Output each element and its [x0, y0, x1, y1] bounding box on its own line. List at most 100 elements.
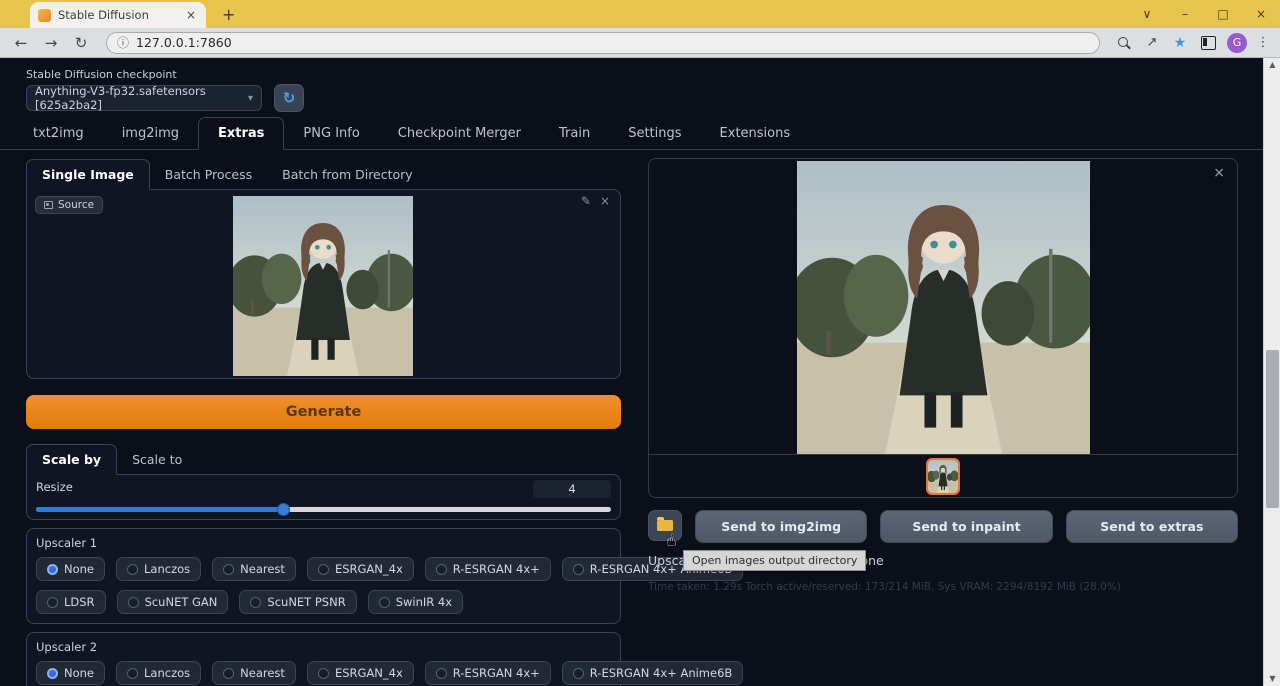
extras-input-column: Single Image Batch Process Batch from Di…: [26, 158, 621, 686]
site-info-icon[interactable]: ⓘ: [117, 34, 129, 51]
tab-scale-by[interactable]: Scale by: [26, 444, 117, 475]
checkpoint-value: Anything-V3-fp32.safetensors [625a2ba2]: [35, 84, 248, 112]
thumbnail-strip: [649, 454, 1237, 497]
radio-icon: [47, 597, 58, 608]
extras-subtabs: Single Image Batch Process Batch from Di…: [26, 158, 621, 189]
image-icon: [44, 201, 53, 209]
resize-label: Resize: [36, 480, 73, 494]
refresh-checkpoint-button[interactable]: ↻: [274, 84, 304, 112]
radio-icon: [573, 564, 584, 575]
radio-icon: [573, 668, 584, 679]
upscaler-option-none[interactable]: None: [36, 661, 105, 685]
source-label-chip: Source: [35, 196, 103, 214]
upscaler-option-label: ESRGAN_4x: [335, 666, 403, 680]
subtab-batch-process[interactable]: Batch Process: [150, 160, 267, 189]
send-to-extras-button[interactable]: Send to extras: [1066, 510, 1238, 543]
checkpoint-dropdown[interactable]: Anything-V3-fp32.safetensors [625a2ba2] …: [26, 85, 262, 111]
send-to-img2img-button[interactable]: Send to img2img: [695, 510, 867, 543]
upscaler-option-lanczos[interactable]: Lanczos: [116, 661, 201, 685]
maximize-button[interactable]: □: [1204, 7, 1242, 21]
generate-button[interactable]: Generate: [26, 395, 621, 429]
refresh-icon: ↻: [283, 89, 296, 107]
gallery-close-icon[interactable]: ×: [1213, 165, 1225, 181]
new-tab-button[interactable]: +: [222, 5, 235, 24]
browser-menu-icon[interactable]: ⋮: [1254, 35, 1272, 50]
edit-image-icon[interactable]: ✎: [581, 194, 591, 208]
radio-icon: [223, 564, 234, 575]
resize-slider[interactable]: [36, 503, 611, 515]
resize-panel: Resize 4: [26, 474, 621, 520]
upscaler-option-r-esrgan-4x-[interactable]: R-ESRGAN 4x+: [425, 557, 551, 581]
upscaler-option-r-esrgan-4x-[interactable]: R-ESRGAN 4x+: [425, 661, 551, 685]
tab-close-icon[interactable]: ×: [184, 8, 198, 22]
tab-checkpoint-merger[interactable]: Checkpoint Merger: [379, 118, 540, 149]
radio-icon: [318, 668, 329, 679]
tab-img2img[interactable]: img2img: [103, 118, 198, 149]
source-image-panel[interactable]: Source ✎ ×: [26, 189, 621, 379]
browser-tab[interactable]: Stable Diffusion ×: [30, 2, 206, 28]
upscaler-option-ldsr[interactable]: LDSR: [36, 590, 106, 614]
upscaler-option-nearest[interactable]: Nearest: [212, 661, 296, 685]
forward-button[interactable]: →: [38, 34, 64, 52]
share-icon[interactable]: ↗: [1140, 35, 1164, 50]
upscaler-option-esrgan-4x[interactable]: ESRGAN_4x: [307, 661, 414, 685]
address-bar[interactable]: ⓘ 127.0.0.1:7860: [106, 32, 1100, 54]
back-button[interactable]: ←: [8, 34, 34, 52]
resize-value-input[interactable]: 4: [533, 480, 611, 498]
tab-scale-to[interactable]: Scale to: [117, 445, 197, 474]
tab-txt2img[interactable]: txt2img: [14, 118, 103, 149]
upscaler-option-label: R-ESRGAN 4x+: [453, 666, 540, 680]
checkpoint-label: Stable Diffusion checkpoint: [26, 68, 304, 81]
radio-icon: [47, 564, 58, 575]
tab-png-info[interactable]: PNG Info: [284, 118, 378, 149]
subtab-batch-from-directory[interactable]: Batch from Directory: [267, 160, 428, 189]
tab-settings[interactable]: Settings: [609, 118, 700, 149]
clear-image-icon[interactable]: ×: [600, 194, 610, 208]
send-to-inpaint-button[interactable]: Send to inpaint: [880, 510, 1052, 543]
radio-icon: [128, 597, 139, 608]
tab-search-icon[interactable]: ∨: [1128, 7, 1166, 21]
upscaler-option-swinir-4x[interactable]: SwinIR 4x: [368, 590, 463, 614]
close-button[interactable]: ×: [1242, 7, 1280, 21]
main-tab-bar: txt2img img2img Extras PNG Info Checkpoi…: [0, 118, 1263, 150]
checkpoint-area: Stable Diffusion checkpoint Anything-V3-…: [26, 68, 304, 112]
zoom-icon[interactable]: [1112, 35, 1136, 51]
tab-train[interactable]: Train: [540, 118, 609, 149]
upscaler-option-label: Nearest: [240, 666, 285, 680]
upscaler-1-panel: Upscaler 1 None Lanczos Nearest ESRGAN_4x R-…: [26, 528, 621, 624]
upscaler-option-label: ScuNET GAN: [145, 595, 218, 609]
slider-handle[interactable]: [277, 503, 290, 516]
minimize-button[interactable]: –: [1166, 7, 1204, 21]
bookmark-star-icon[interactable]: ★: [1168, 35, 1192, 51]
result-thumbnail[interactable]: [926, 458, 960, 495]
upscaler-option-esrgan-4x[interactable]: ESRGAN_4x: [307, 557, 414, 581]
screen: Stable Diffusion × + ∨ – □ × ← → ↻ ⓘ 127…: [0, 0, 1280, 686]
tab-extras[interactable]: Extras: [198, 117, 284, 150]
upscaler-option-nearest[interactable]: Nearest: [212, 557, 296, 581]
upscaler-option-label: ESRGAN_4x: [335, 562, 403, 576]
radio-icon: [250, 597, 261, 608]
scroll-up-icon[interactable]: ▲: [1264, 58, 1280, 72]
subtab-single-image[interactable]: Single Image: [26, 159, 150, 190]
upscaler-1-label: Upscaler 1: [36, 536, 611, 550]
result-image[interactable]: [797, 161, 1090, 454]
side-panel-icon[interactable]: [1196, 35, 1220, 51]
tab-extensions[interactable]: Extensions: [701, 118, 810, 149]
upscaler-2-panel: Upscaler 2 None Lanczos Nearest ESRGAN_4x R-…: [26, 632, 621, 686]
upscaler-option-scunet-psnr[interactable]: ScuNET PSNR: [239, 590, 356, 614]
reload-button[interactable]: ↻: [68, 34, 94, 52]
upscaler-2-label: Upscaler 2: [36, 640, 611, 654]
upscaler-option-scunet-gan[interactable]: ScuNET GAN: [117, 590, 229, 614]
profile-avatar[interactable]: G: [1227, 33, 1247, 53]
slider-fill: [36, 507, 283, 512]
upscaler-option-label: None: [64, 666, 94, 680]
upscaler-option-label: R-ESRGAN 4x+: [453, 562, 540, 576]
radio-icon: [223, 668, 234, 679]
scroll-down-icon[interactable]: ▼: [1264, 672, 1280, 686]
upscaler-option-none[interactable]: None: [36, 557, 105, 581]
browser-toolbar: ← → ↻ ⓘ 127.0.0.1:7860 ↗ ★ G ⋮: [0, 28, 1280, 58]
scrollbar-thumb[interactable]: [1266, 350, 1279, 508]
page-scrollbar[interactable]: ▲ ▼: [1263, 58, 1280, 686]
webui-page: Stable Diffusion checkpoint Anything-V3-…: [0, 58, 1263, 686]
upscaler-option-lanczos[interactable]: Lanczos: [116, 557, 201, 581]
